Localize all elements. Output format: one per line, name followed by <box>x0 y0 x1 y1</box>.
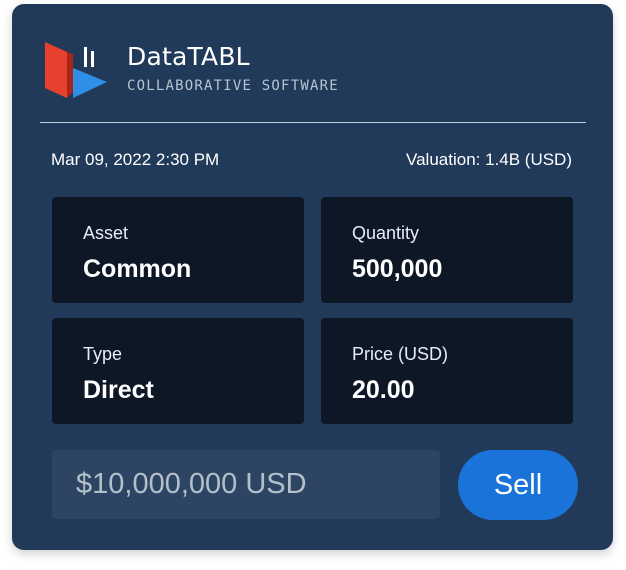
sell-button[interactable]: Sell <box>458 450 578 520</box>
quantity-tile: Quantity 500,000 <box>321 197 573 303</box>
valuation-label: Valuation: 1.4B (USD) <box>406 150 572 169</box>
asset-value: Common <box>83 255 192 283</box>
datatabl-logo-icon <box>45 42 107 98</box>
type-tile: Type Direct <box>52 318 304 424</box>
price-value: 20.00 <box>352 376 415 404</box>
price-tile: Price (USD) 20.00 <box>321 318 573 424</box>
type-label: Type <box>83 344 123 364</box>
brand-name: DataTABL <box>127 42 250 71</box>
asset-label: Asset <box>83 223 129 243</box>
price-label: Price (USD) <box>352 344 449 364</box>
quantity-value: 500,000 <box>352 255 443 283</box>
trade-datetime: Mar 09, 2022 2:30 PM <box>51 150 220 169</box>
type-value: Direct <box>83 376 154 404</box>
quantity-label: Quantity <box>352 223 420 243</box>
asset-tile: Asset Common <box>52 197 304 303</box>
brand-tagline: COLLABORATIVE SOFTWARE <box>127 78 339 94</box>
header-divider <box>40 122 586 123</box>
trade-card: DataTABL COLLABORATIVE SOFTWARE Mar 09, … <box>12 4 613 550</box>
amount-input[interactable] <box>52 450 440 519</box>
